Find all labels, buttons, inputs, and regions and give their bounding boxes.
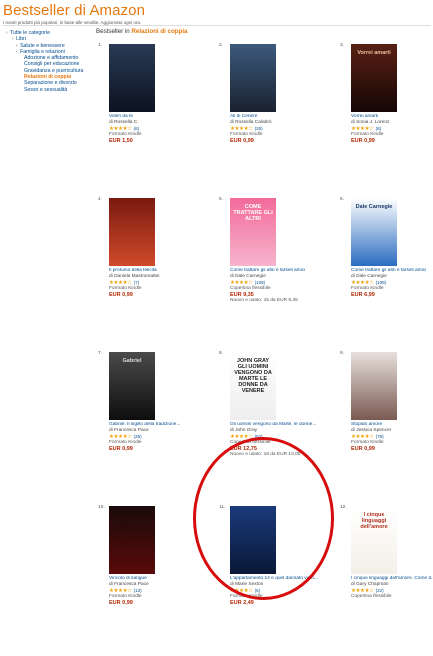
rank-number: 9. (340, 351, 345, 356)
book-cover-image[interactable]: COME TRATTARE GLI ALTRI (230, 198, 276, 266)
book-grid: 1. Voleri da te di Rossella C. ★★★★☆ (6) Form… (95, 40, 433, 656)
page-title: Bestseller di Amazon (3, 2, 146, 19)
cover-text (230, 44, 276, 56)
rank-number: 7. (98, 351, 103, 356)
review-count[interactable]: (22) (376, 588, 384, 593)
book-price: EUR 0,99 (109, 600, 133, 606)
book-item: 4. Il profumo della felicità di Daniela Ma… (95, 194, 216, 348)
rank-number: 11. (219, 505, 226, 510)
cover-text: Gabriel (122, 358, 142, 364)
list-heading-category: Relazioni di coppia (131, 28, 188, 35)
header-divider (3, 25, 431, 26)
rank-number: 4. (98, 197, 103, 202)
bestseller-list: Bestseller in Relazioni di coppia 1. Vole… (95, 28, 433, 606)
cover-text: I cinque linguaggi dell'amore (360, 512, 388, 530)
review-count[interactable]: (76) (376, 434, 384, 439)
cover-text (351, 352, 397, 364)
cover-text (109, 506, 155, 518)
list-heading-prefix: Bestseller in (96, 28, 130, 35)
book-item: 11. L'appartamento 14 e quel dannato vici… (216, 502, 337, 656)
sidebar-item-label: Libri (16, 36, 26, 43)
rank-number: 2. (219, 43, 224, 48)
review-count[interactable]: (13) (134, 588, 142, 593)
page-header: Bestseller di Amazon I nostri prodotti p… (3, 2, 431, 25)
review-count[interactable]: (63) (255, 434, 263, 439)
cover-text: Dale Carnegie (355, 204, 393, 210)
rank-number: 3. (340, 43, 345, 48)
rank-number: 6. (340, 197, 345, 202)
book-item: 3. Vorrei amarti Vorrei amarti di Sonia J. … (337, 40, 431, 194)
book-price: EUR 1,50 (109, 138, 133, 144)
sidebar-item-label: Relazioni di coppia (24, 74, 71, 81)
book-format: Copertina flessibile (351, 594, 392, 599)
book-cover-image[interactable] (109, 198, 155, 266)
cover-text (109, 44, 155, 56)
review-count[interactable]: (26) (134, 434, 142, 439)
cover-text: Vorrei amarti (357, 50, 391, 56)
rank-number: 10. (98, 505, 105, 510)
chevron-left-icon: ‹ (16, 48, 20, 55)
review-count[interactable]: (7) (134, 280, 140, 285)
book-price: EUR 2,49 (230, 600, 254, 606)
book-price: EUR 0,99 (230, 138, 254, 144)
book-cover-image[interactable]: Vorrei amarti (351, 44, 397, 112)
sidebar-item-label: Sesso e sessualità (24, 86, 68, 93)
sidebar-item-label: Salute e benessere (20, 42, 65, 49)
chevron-left-icon: ‹ (16, 42, 20, 49)
category-sidebar: ‹ Tutte le categorie ‹ Libri ‹ Salute e be… (6, 30, 90, 93)
book-price: EUR 6,99 (351, 292, 375, 298)
cover-text: JOHN GRAY GLI UOMINI VENGONO DA MARTE LE… (234, 358, 272, 394)
book-cover-image[interactable]: I cinque linguaggi dell'amore (351, 506, 397, 574)
sidebar-item-label: Famiglia e relazioni (20, 48, 65, 55)
review-count[interactable]: (5) (255, 588, 261, 593)
review-count[interactable]: (109) (255, 280, 266, 285)
book-cover-image[interactable]: JOHN GRAY GLI UOMINI VENGONO DA MARTE LE… (230, 352, 276, 420)
book-cover-image[interactable] (230, 506, 276, 574)
rank-number: 5. (219, 197, 224, 202)
cover-text (109, 198, 155, 210)
cover-text (230, 506, 276, 518)
rank-number: 12. (340, 505, 347, 510)
book-price: EUR 0,99 (351, 446, 375, 452)
book-item: 8. JOHN GRAY GLI UOMINI VENGONO DA MARTE … (216, 348, 337, 502)
review-count[interactable]: (8) (376, 126, 382, 131)
book-cover-image[interactable] (109, 44, 155, 112)
book-item: 2. Ali di Cenere di Rossella Calabrò ★★★★☆(… (216, 40, 337, 194)
book-cover-image[interactable] (109, 506, 155, 574)
book-cover-image[interactable]: Gabriel (109, 352, 155, 420)
sidebar-item-label: Gravidanza e puericultura (24, 67, 84, 74)
book-cover-image[interactable] (351, 352, 397, 420)
book-item: 6. Dale Carnegie Come trattare gli altri e… (337, 194, 431, 348)
chevron-left-icon: ‹ (6, 30, 10, 36)
book-item: 7. Gabriel Gabriel. Il sigillo della tradi… (95, 348, 216, 502)
book-item: 10. Vincolo di sangue di Francesca Pace ★★★… (95, 502, 216, 656)
review-count[interactable]: (109) (376, 280, 387, 285)
book-cover-image[interactable] (230, 44, 276, 112)
sidebar-item-label: Consigli per educazione (24, 61, 80, 68)
sidebar-item[interactable]: Sesso e sessualità (6, 87, 90, 93)
sidebar-item-label: Tutte le categorie (10, 30, 50, 36)
chevron-left-icon: ‹ (12, 36, 16, 43)
used-offers[interactable]: Nuovo e usato: 18 da EUR 10,00 (230, 452, 328, 458)
rank-number: 1. (98, 43, 103, 48)
cover-text: COME TRATTARE GLI ALTRI (233, 204, 273, 222)
sidebar-item-label: Separazione e divorzio (24, 80, 77, 87)
review-count[interactable]: (26) (255, 126, 263, 131)
sidebar-item-label: Adozione e affidamento (24, 55, 79, 62)
book-price: EUR 0,99 (351, 138, 375, 144)
book-cover-image[interactable]: Dale Carnegie (351, 198, 397, 266)
review-count[interactable]: (6) (134, 126, 140, 131)
book-price: EUR 0,99 (109, 292, 133, 298)
book-price: EUR 0,99 (109, 446, 133, 452)
book-item: 1. Voleri da te di Rossella C. ★★★★☆ (6) Form… (95, 40, 216, 194)
used-offers[interactable]: Nuovo e usato: 15 da EUR 9,35 (230, 298, 328, 304)
book-item: 12. I cinque linguaggi dell'amore I cinque… (337, 502, 433, 656)
rank-number: 8. (219, 351, 224, 356)
book-item: 5. COME TRATTARE GLI ALTRI Come trattare g… (216, 194, 337, 348)
list-heading: Bestseller in Relazioni di coppia (96, 28, 431, 35)
book-item: 9. Stupido amore di Jessica Spencer ★★★★☆ (7… (337, 348, 431, 502)
